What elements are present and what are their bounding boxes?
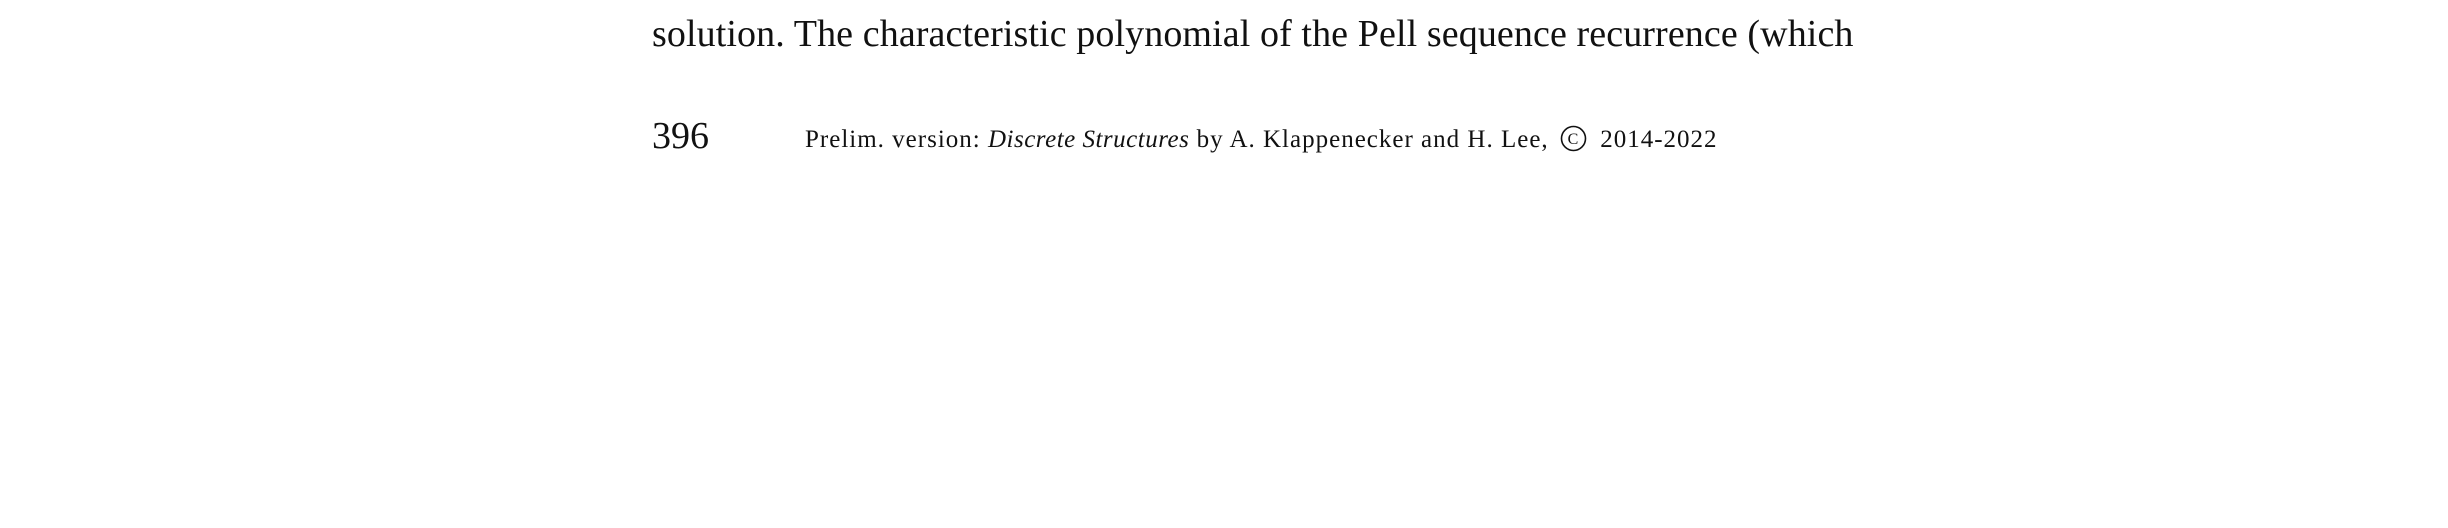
footer-credit: Prelim. version: Discrete Structures by … <box>805 124 1718 156</box>
footer-prefix: Prelim. version: <box>805 126 988 153</box>
document-page: solution. The characteristic polynomial … <box>0 0 2448 528</box>
svg-text:C: C <box>1568 131 1580 148</box>
footer-authors: by A. Klappenecker and H. Lee, <box>1189 126 1556 153</box>
page-number: 396 <box>652 115 709 157</box>
clipped-text-line <box>652 0 2052 2</box>
copyright-years: 2014-2022 <box>1592 126 1718 153</box>
book-title: Discrete Structures <box>987 126 1190 153</box>
page-footer: 396 Prelim. version: Discrete Structures… <box>652 110 2448 160</box>
body-text-line: solution. The characteristic polynomial … <box>652 13 1854 55</box>
copyright-icon: C <box>1560 125 1587 152</box>
